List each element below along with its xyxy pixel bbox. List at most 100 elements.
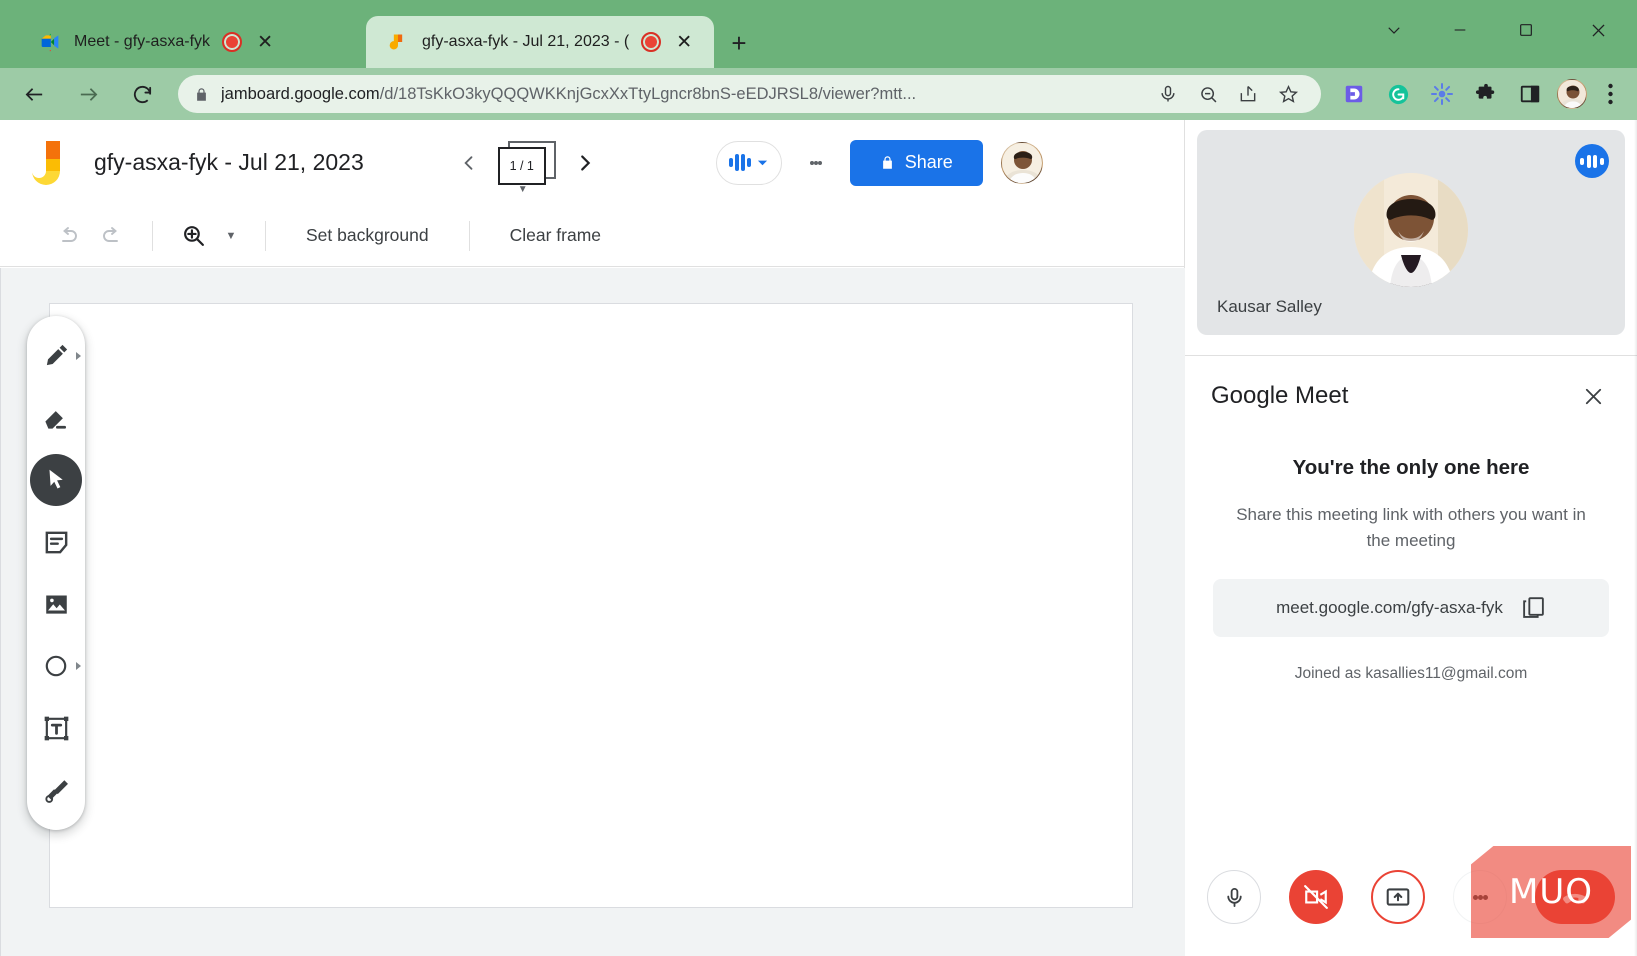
zoom-out-icon[interactable] [1191,77,1225,111]
zoom-caret-down-icon[interactable]: ▼ [215,216,247,256]
url-host: jamboard.google.com [221,85,380,103]
jamboard-icon [388,32,408,52]
google-meet-panel: Kausar Salley Google Meet You're the onl… [1185,120,1637,956]
sticky-note-tool[interactable] [30,516,82,568]
toolbar-divider [265,221,266,251]
frame-counter-text: 1 / 1 [510,159,534,173]
side-panel-icon[interactable] [1509,74,1551,114]
browser-window: Meet - gfy-asxa-fyk ✕ gfy-asxa-fyk - Jul… [0,0,1637,956]
meeting-link-text: meet.google.com/gfy-asxa-fyk [1276,598,1503,618]
audio-active-icon [1575,144,1609,178]
frame-counter[interactable]: 1 / 1 ▼ [496,139,558,187]
tab-close-button[interactable]: ✕ [671,29,697,55]
new-tab-button[interactable]: + [722,26,756,60]
end-call-button[interactable] [1535,870,1615,924]
share-button[interactable]: Share [850,140,983,186]
jamboard-logo [30,137,64,189]
shape-submenu-caret-icon[interactable] [76,662,81,670]
minimize-button[interactable] [1427,8,1493,52]
reload-icon[interactable] [122,74,162,114]
meet-audio-button[interactable] [716,141,782,185]
pen-submenu-caret-icon[interactable] [76,352,81,360]
bookmark-star-icon[interactable] [1271,77,1305,111]
image-tool[interactable] [30,578,82,630]
share-icon[interactable] [1231,77,1265,111]
jamboard-header: gfy-asxa-fyk - Jul 21, 2023 1 / 1 ▼ [0,120,1184,205]
zoom-in-icon[interactable] [171,214,215,258]
dashlane-icon[interactable] [1333,74,1375,114]
close-icon[interactable] [1575,378,1611,414]
next-frame-button[interactable] [564,142,606,184]
address-bar[interactable]: jamboard.google.com/d/18TsKkO3kyQQQWKKnj… [178,75,1321,113]
back-arrow-icon[interactable] [14,74,54,114]
select-tool[interactable] [30,454,82,506]
profile-avatar[interactable] [1557,79,1587,109]
caret-down-icon [757,157,768,168]
jam-canvas[interactable] [49,303,1133,908]
maximize-button[interactable] [1493,8,1559,52]
google-meet-icon [40,32,60,52]
tab-recording-indicator [222,32,242,52]
shape-tool[interactable] [30,640,82,692]
lock-icon [880,155,895,170]
frame-stack-front: 1 / 1 [498,147,546,185]
participant-tile-wrap: Kausar Salley [1185,120,1637,335]
browser-tab-jamboard[interactable]: gfy-asxa-fyk - Jul 21, 2023 - ( ✕ [366,16,714,68]
forward-arrow-icon[interactable] [68,74,108,114]
tab-title: gfy-asxa-fyk - Jul 21, 2023 - ( [422,33,629,51]
copy-icon[interactable] [1521,595,1546,620]
share-button-label: Share [905,152,953,173]
chrome-menu-icon[interactable] [1593,74,1627,114]
tab-strip: Meet - gfy-asxa-fyk ✕ gfy-asxa-fyk - Jul… [0,0,1637,68]
redo-icon[interactable] [90,214,134,258]
window-controls [1361,8,1637,52]
jamboard-app: gfy-asxa-fyk - Jul 21, 2023 1 / 1 ▼ [0,120,1185,956]
browser-tab-meet[interactable]: Meet - gfy-asxa-fyk ✕ [18,16,366,68]
tab-title: Meet - gfy-asxa-fyk [74,33,210,51]
jamboard-toolbar: ▼ Set background Clear frame [0,205,1184,267]
present-button[interactable] [1371,870,1425,924]
tab-recording-indicator [641,32,661,52]
pen-tool[interactable] [30,330,82,382]
set-background-button[interactable]: Set background [284,225,451,246]
close-window-button[interactable] [1559,8,1637,52]
clear-frame-button[interactable]: Clear frame [488,225,623,246]
laser-pointer-tool[interactable] [30,764,82,816]
grammarly-icon[interactable] [1377,74,1419,114]
meet-control-bar: MUO [1185,838,1637,956]
meet-panel-header: Google Meet [1185,356,1637,424]
participant-name: Kausar Salley [1217,297,1322,317]
previous-frame-button[interactable] [448,142,490,184]
jamboard-more-menu[interactable] [796,141,836,185]
undo-icon[interactable] [46,214,90,258]
tool-palette [27,316,85,830]
canvas-region [0,268,1185,956]
meeting-link-box[interactable]: meet.google.com/gfy-asxa-fyk [1213,579,1609,637]
extensions-puzzle-icon[interactable] [1465,74,1507,114]
zoom-control[interactable]: ▼ [171,214,247,258]
microphone-icon[interactable] [1151,77,1185,111]
lock-icon [194,87,209,102]
participant-tile[interactable]: Kausar Salley [1197,130,1625,335]
frame-navigation: 1 / 1 ▼ [448,139,606,187]
page-content: gfy-asxa-fyk - Jul 21, 2023 1 / 1 ▼ [0,120,1637,956]
text-box-tool[interactable] [30,702,82,754]
camera-button[interactable] [1289,870,1343,924]
more-options-button[interactable] [1453,870,1507,924]
meet-panel-body: You're the only one here Share this meet… [1185,424,1637,683]
address-bar-text: jamboard.google.com/d/18TsKkO3kyQQQWKKnj… [221,85,1145,104]
tab-search-chevron-icon[interactable] [1361,8,1427,52]
tab-close-button[interactable]: ✕ [252,29,278,55]
microphone-button[interactable] [1207,870,1261,924]
toolbar-divider [152,221,153,251]
eraser-tool[interactable] [30,392,82,444]
account-avatar[interactable] [1001,142,1043,184]
browser-toolbar: jamboard.google.com/d/18TsKkO3kyQQQWKKnj… [0,68,1637,120]
document-title[interactable]: gfy-asxa-fyk - Jul 21, 2023 [94,149,364,176]
meet-headline: You're the only one here [1213,456,1609,480]
url-path: /d/18TsKkO3kyQQQWKKnjGcxXxTtyLgncr8bnS-e… [380,85,916,103]
burst-icon[interactable] [1421,74,1463,114]
joined-as-text: Joined as kasallies11@gmail.com [1213,665,1609,683]
chevron-down-icon[interactable]: ▼ [518,184,528,195]
meet-panel-title: Google Meet [1211,382,1348,410]
